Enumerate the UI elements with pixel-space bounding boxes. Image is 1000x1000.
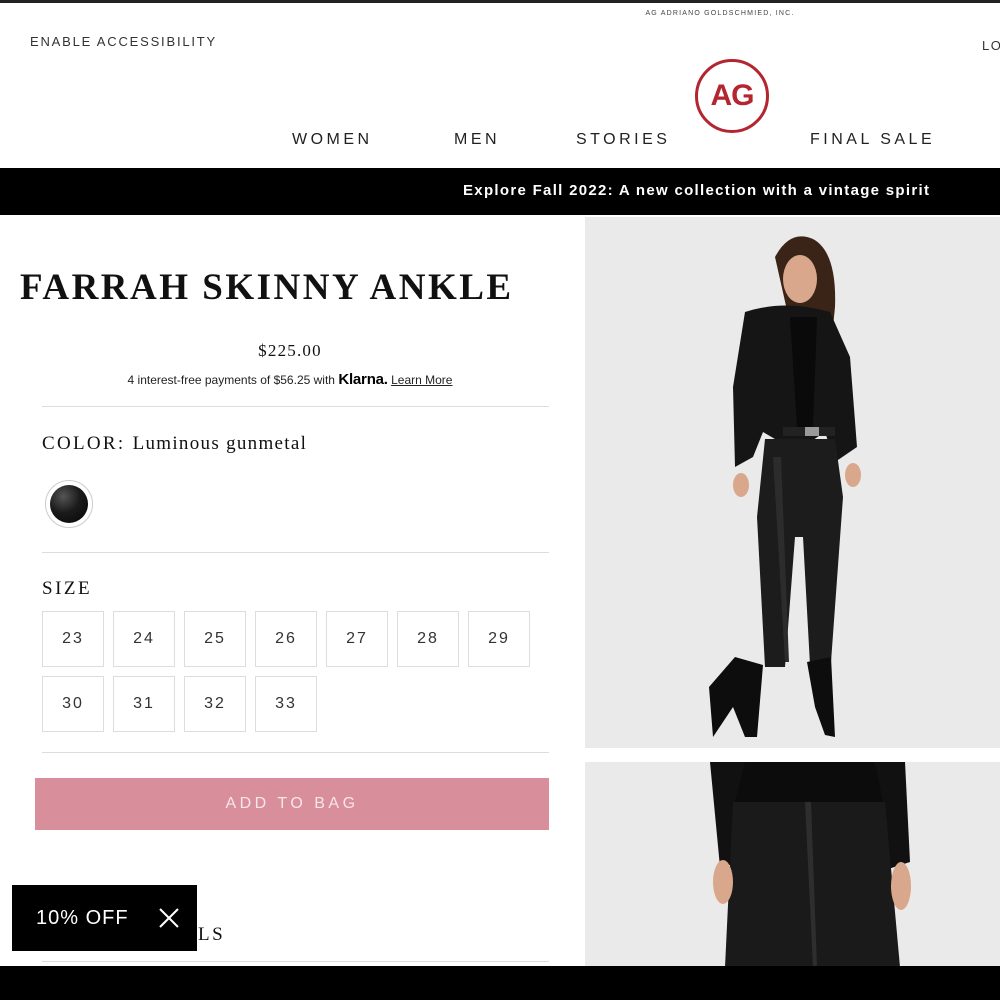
brand-legal-name: AG ADRIANO GOLDSCHMIED, INC. xyxy=(645,10,795,17)
product-image-detail[interactable] xyxy=(585,762,1000,967)
model-closeup-illustration xyxy=(585,762,1000,967)
promo-text[interactable]: Explore Fall 2022: A new collection with… xyxy=(463,182,930,199)
color-heading: COLOR xyxy=(42,433,118,454)
size-option[interactable]: 31 xyxy=(113,676,175,732)
ag-logo[interactable]: AG xyxy=(695,59,769,133)
logo-text: AG xyxy=(710,79,755,112)
size-option[interactable]: 23 xyxy=(42,611,104,667)
size-option[interactable]: 27 xyxy=(326,611,388,667)
size-option[interactable]: 32 xyxy=(184,676,246,732)
enable-accessibility-link[interactable]: ENABLE ACCESSIBILITY xyxy=(30,34,217,49)
discount-popup[interactable]: 10% OFF xyxy=(12,885,197,951)
klarna-installments: 4 interest-free payments of $56.25 with … xyxy=(0,371,580,388)
product-title: FARRAH SKINNY ANKLE xyxy=(20,267,514,308)
discount-text[interactable]: 10% OFF xyxy=(36,907,129,930)
top-edge-bar xyxy=(0,0,1000,3)
size-option[interactable]: 29 xyxy=(468,611,530,667)
size-option[interactable]: 33 xyxy=(255,676,317,732)
nav-stories[interactable]: STORIES xyxy=(576,131,670,149)
bottom-edge-bar xyxy=(0,966,1000,1000)
klarna-learn-more-link[interactable]: Learn More xyxy=(391,373,452,387)
size-option[interactable]: 26 xyxy=(255,611,317,667)
color-value: Luminous gunmetal xyxy=(132,433,308,454)
klarna-text: 4 interest-free payments of $56.25 with xyxy=(127,373,335,387)
divider xyxy=(42,552,549,553)
size-option[interactable]: 28 xyxy=(397,611,459,667)
login-link[interactable]: LO xyxy=(982,38,1000,53)
divider xyxy=(42,406,549,407)
color-label: COLOR: Luminous gunmetal xyxy=(42,433,307,455)
size-option[interactable]: 30 xyxy=(42,676,104,732)
details-heading[interactable]: LS xyxy=(198,924,225,946)
add-to-bag-button[interactable]: ADD TO BAG xyxy=(35,778,549,830)
nav-men[interactable]: MEN xyxy=(454,131,500,149)
product-image-full-body[interactable] xyxy=(585,217,1000,748)
divider xyxy=(42,752,549,753)
divider xyxy=(42,961,549,962)
model-illustration xyxy=(585,217,1000,748)
size-heading: SIZE xyxy=(42,578,93,599)
swatch-fill xyxy=(50,485,88,523)
size-option[interactable]: 24 xyxy=(113,611,175,667)
nav-final-sale[interactable]: FINAL SALE xyxy=(810,131,935,149)
size-option[interactable]: 25 xyxy=(184,611,246,667)
nav-women[interactable]: WOMEN xyxy=(292,131,373,149)
color-swatch-gunmetal[interactable] xyxy=(45,480,93,528)
promo-banner[interactable]: Explore Fall 2022: A new collection with… xyxy=(0,168,1000,215)
product-price: $225.00 xyxy=(258,341,322,360)
klarna-logo: Klarna. xyxy=(338,371,388,388)
color-separator: : xyxy=(117,433,126,454)
close-icon[interactable] xyxy=(156,905,182,931)
